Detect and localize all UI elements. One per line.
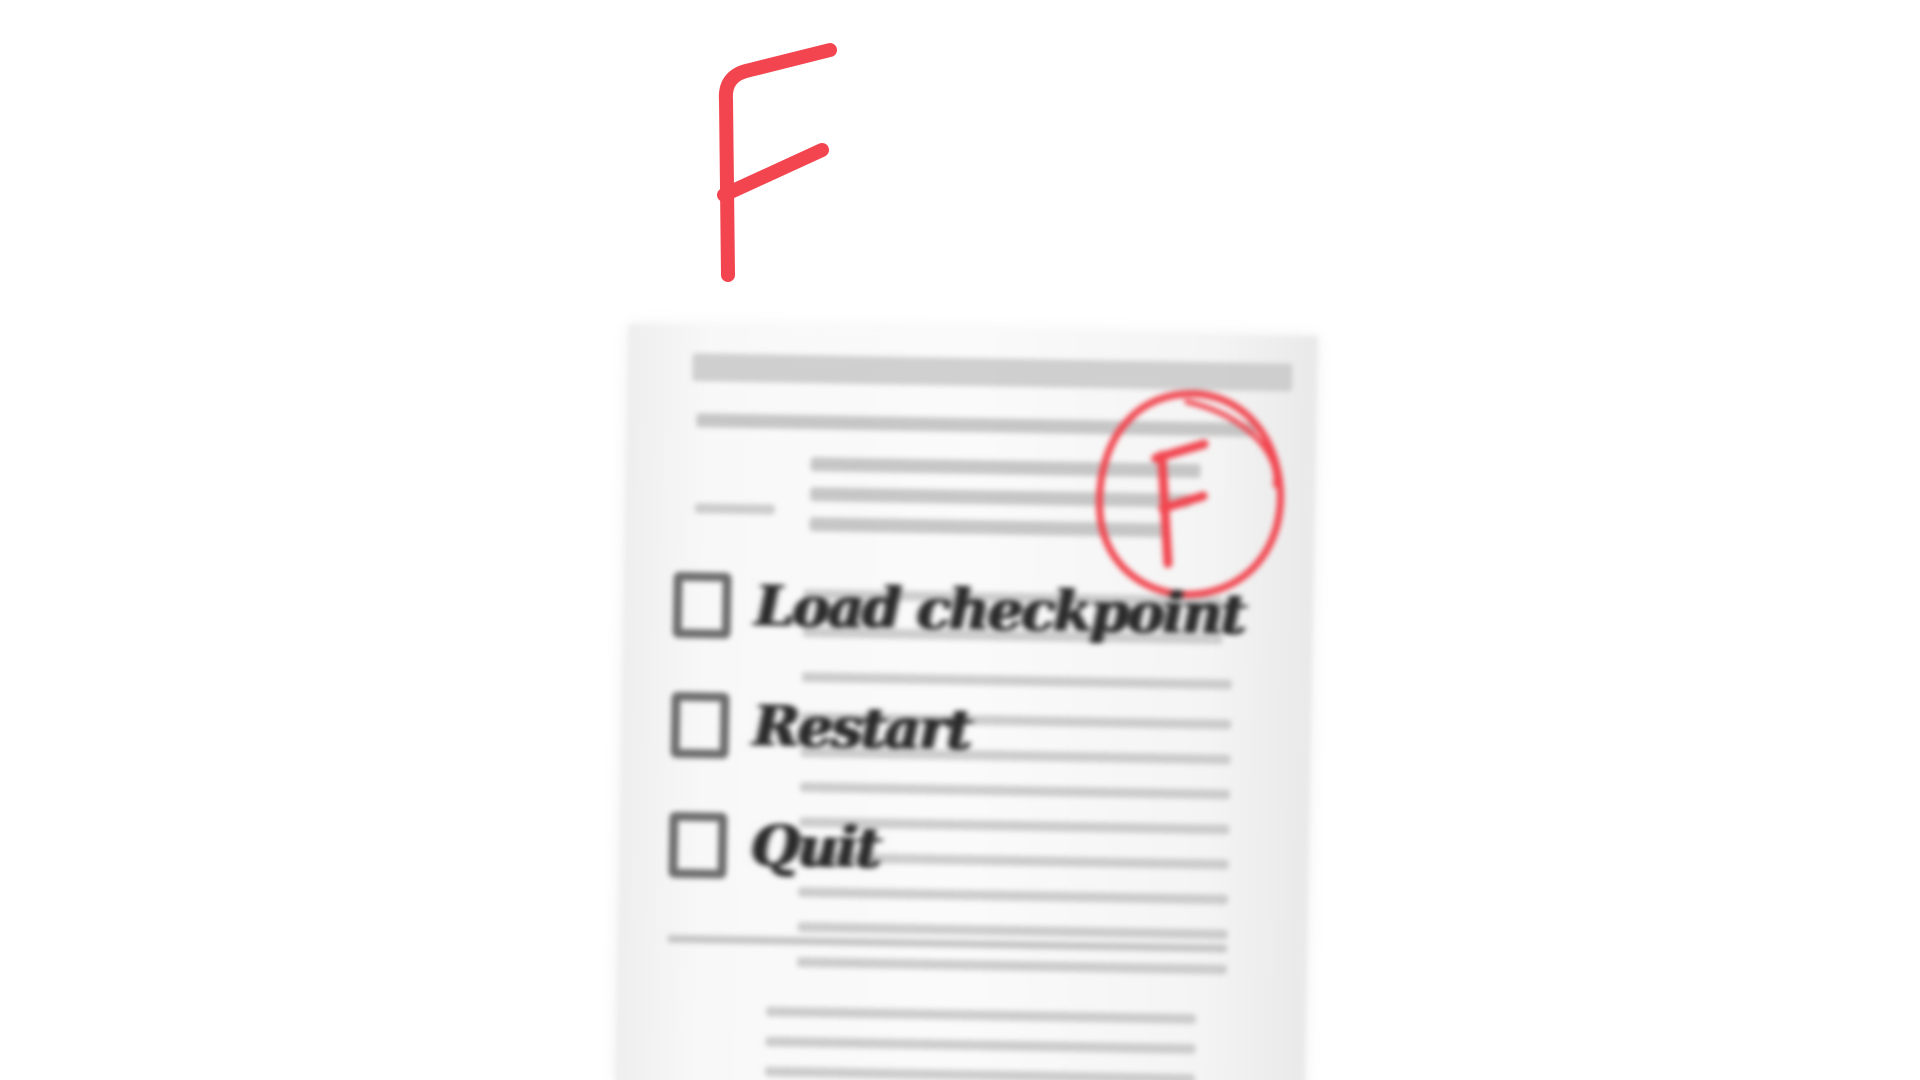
paper-text-line xyxy=(797,922,1228,940)
paper-text-line xyxy=(796,957,1227,975)
checkbox-restart[interactable] xyxy=(670,691,730,759)
paper-text-line xyxy=(799,782,1231,800)
menu-option-label: Restart xyxy=(752,693,971,764)
menu-option-load-checkpoint[interactable]: Load checkpoint xyxy=(672,565,1245,655)
paper-text-line xyxy=(765,1006,1197,1024)
big-grade-letter xyxy=(717,43,837,282)
checkbox-load-checkpoint[interactable] xyxy=(672,571,732,639)
test-paper: Load checkpoint Restart Quit xyxy=(614,323,1318,1080)
menu-option-restart[interactable]: Restart xyxy=(670,685,971,770)
checkbox-quit[interactable] xyxy=(668,811,728,879)
menu-option-quit[interactable]: Quit xyxy=(668,805,880,889)
paper-text-line xyxy=(765,1036,1196,1054)
game-over-screen: Load checkpoint Restart Quit xyxy=(0,0,1920,1080)
paper-text-line xyxy=(801,672,1232,690)
menu-option-label: Quit xyxy=(750,813,881,882)
paper-text-line xyxy=(694,503,775,515)
paper-text-line xyxy=(764,1066,1196,1080)
paper-text-line xyxy=(798,887,1229,905)
menu-option-label: Load checkpoint xyxy=(754,573,1246,648)
